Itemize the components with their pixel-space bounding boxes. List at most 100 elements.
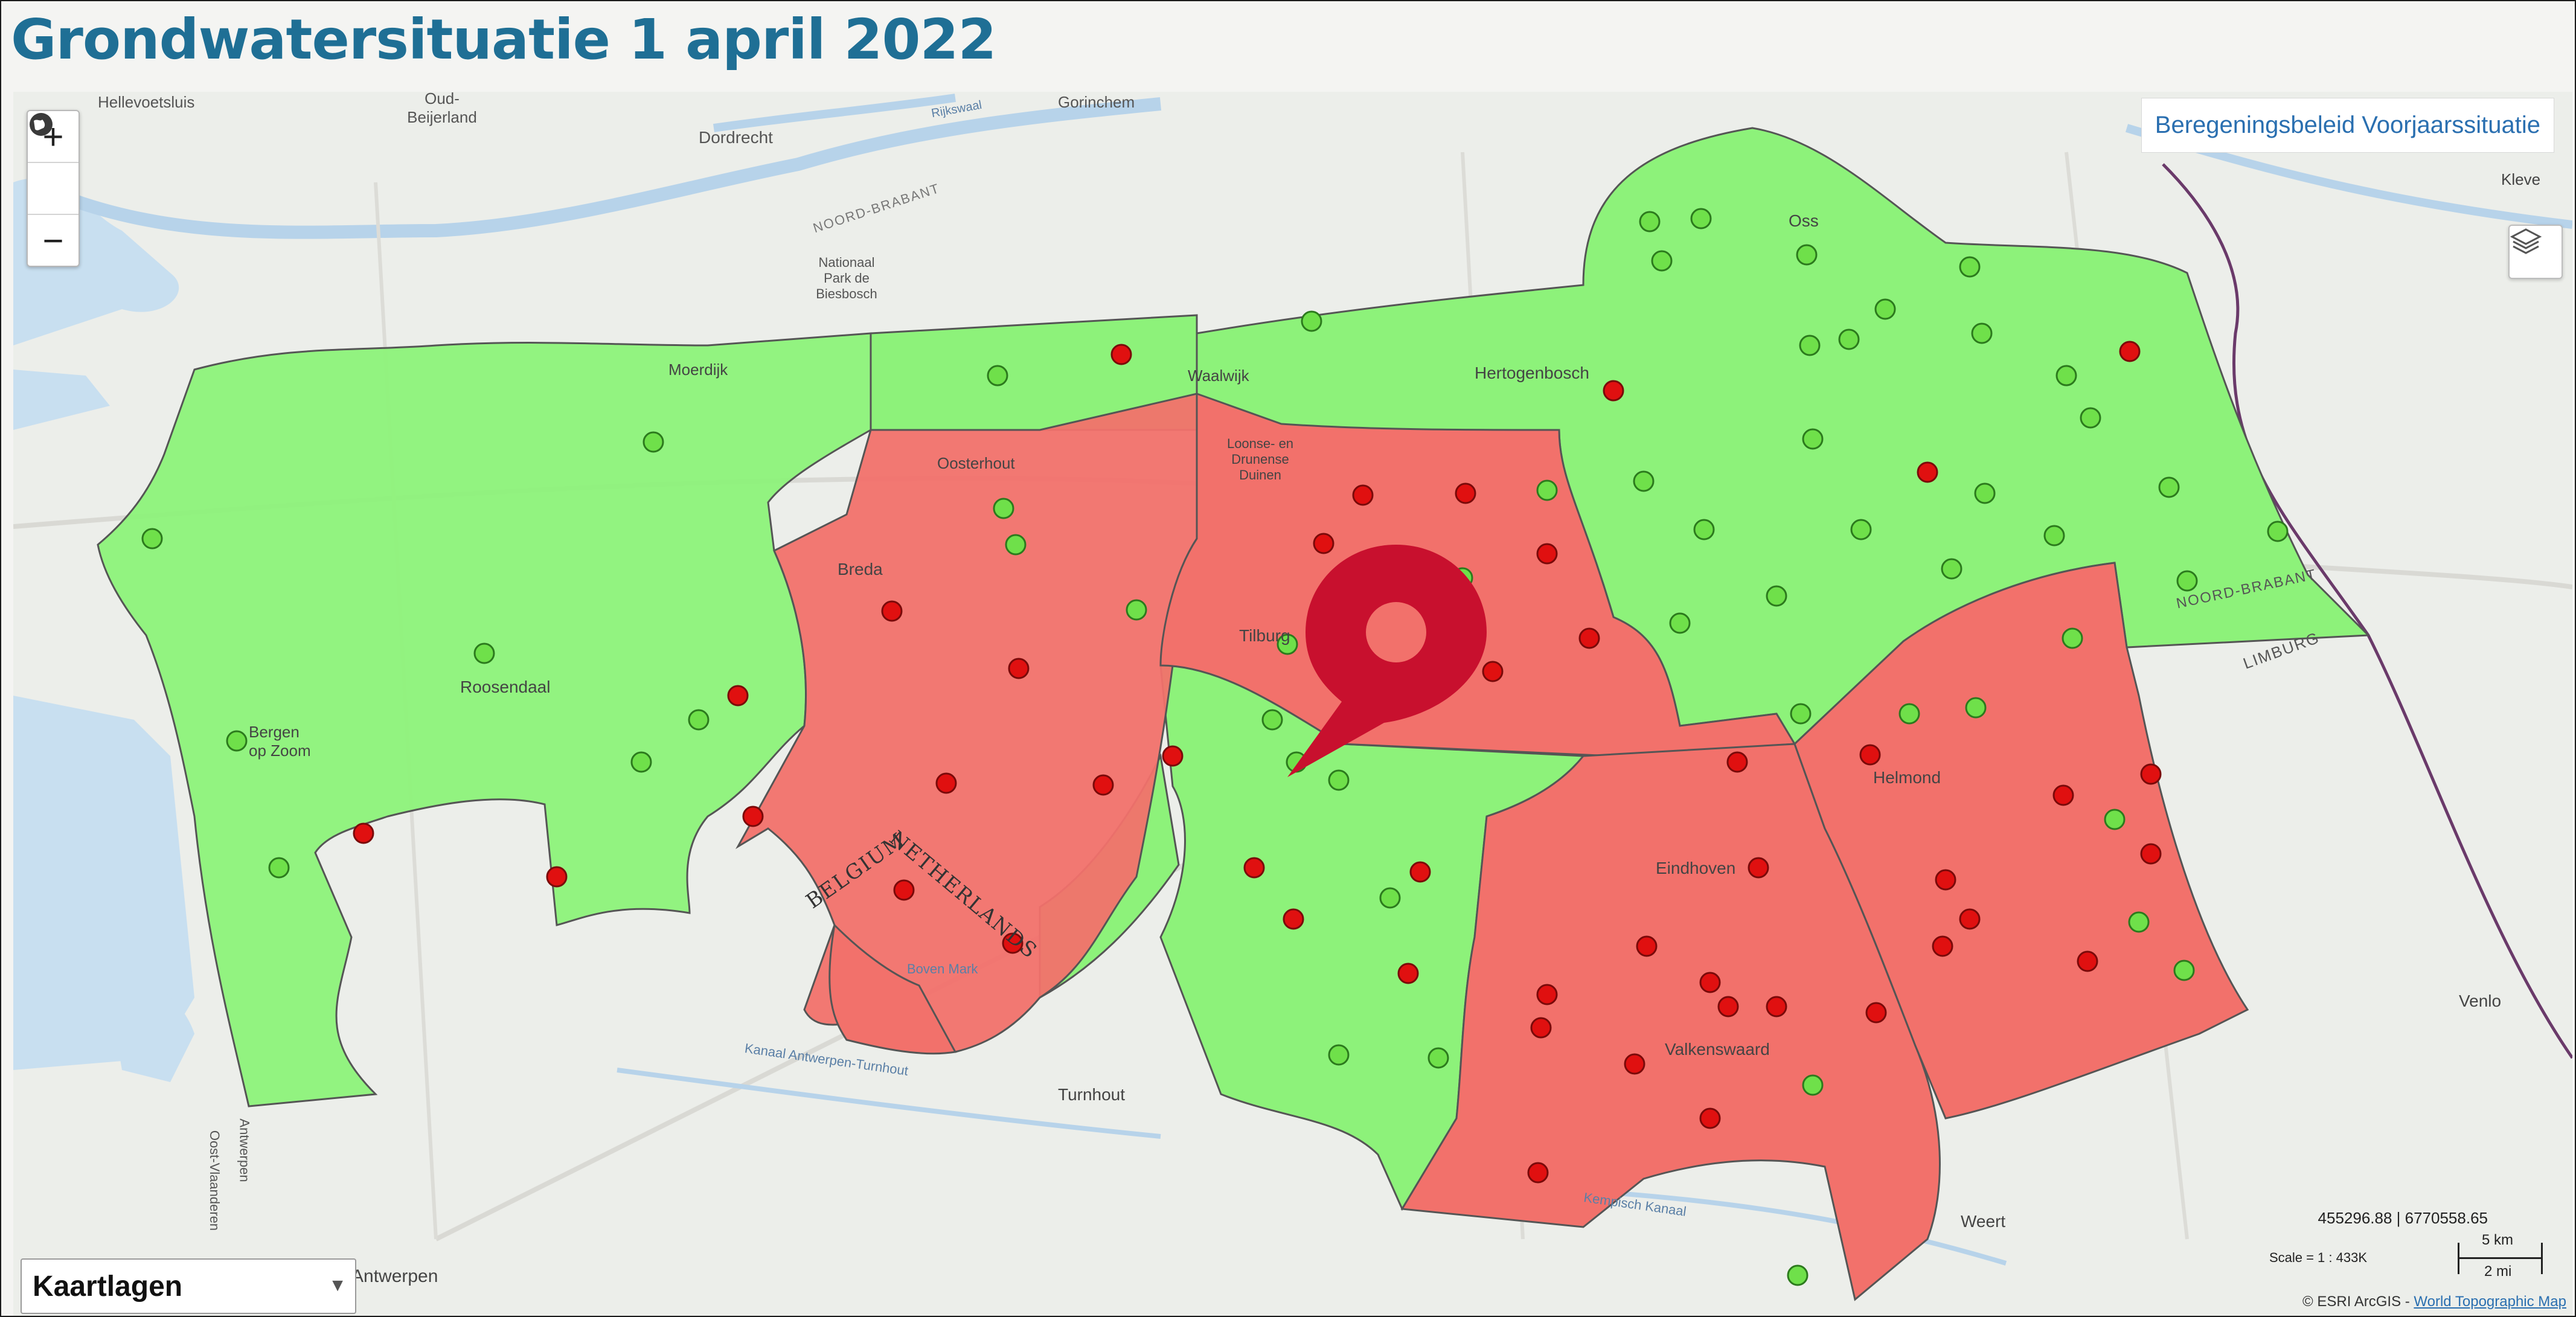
point-red [1717, 996, 1739, 1017]
point-red [1603, 380, 1624, 402]
point-green [1639, 211, 1661, 232]
point-green [1898, 703, 1920, 725]
point-red [2140, 843, 2162, 865]
point-red [353, 822, 374, 844]
place-label: Gorinchem [1058, 93, 1135, 111]
point-red [1536, 984, 1558, 1005]
river [71, 97, 1162, 239]
point-green [1874, 298, 1896, 320]
coordinate-readout: 455296.88 | 6770558.65 [2318, 1209, 2488, 1227]
point-green [2062, 627, 2083, 649]
place-label: Kleve [2501, 170, 2541, 188]
place-label: Breda [838, 560, 883, 578]
point-red [1766, 996, 1787, 1017]
point-red [1243, 857, 1265, 879]
point-green [1633, 470, 1655, 492]
point-green [1965, 697, 1987, 719]
point-green [1536, 479, 1558, 501]
point-red [893, 879, 915, 901]
page-title: Grondwatersituatie 1 april 2022 [11, 7, 997, 72]
point-green [1379, 887, 1401, 909]
map-canvas[interactable] [13, 92, 2572, 1316]
point-green [1802, 428, 1824, 450]
point-green [1669, 612, 1691, 634]
point-green [2158, 476, 2180, 498]
point-green [2055, 365, 2077, 386]
point-red [2052, 784, 2074, 806]
point-red [1352, 484, 1374, 506]
place-label: Valkenswaard [1665, 1040, 1770, 1059]
point-green [2043, 525, 2065, 546]
point-green [1005, 534, 1027, 556]
point-green [1838, 328, 1860, 350]
point-red [1397, 963, 1419, 984]
place-label: Bergen op Zoom [249, 723, 311, 760]
point-green [268, 857, 290, 879]
point-red [1455, 482, 1476, 504]
water-body [13, 370, 110, 430]
policy-label-button[interactable]: Beregeningsbeleid Voorjaarssituatie [2141, 98, 2554, 153]
place-label: Boven Mark [907, 961, 978, 976]
point-red [1008, 658, 1030, 679]
place-label: Venlo [2459, 992, 2502, 1010]
point-red [1699, 1107, 1721, 1129]
point-green [688, 709, 710, 731]
point-red [1482, 661, 1504, 682]
point-green [1959, 256, 1981, 278]
point-red [2119, 341, 2141, 362]
point-green [1126, 599, 1147, 621]
point-red [1748, 857, 1769, 879]
point-green [1974, 482, 1996, 504]
point-green [1690, 208, 1712, 229]
place-label: Oost-Vlaanderen [207, 1130, 223, 1231]
point-green [1796, 244, 1818, 266]
point-red [1917, 461, 1938, 483]
point-green [987, 365, 1008, 386]
point-red [546, 866, 568, 888]
map-attribution: © ESRI ArcGIS - World Topographic Map [2302, 1293, 2566, 1310]
place-label: Dordrecht [699, 128, 773, 147]
scale-ratio: Scale = 1 : 433K [2269, 1250, 2367, 1265]
attribution-link[interactable]: World Topographic Map [2414, 1293, 2566, 1310]
zoom-out-button[interactable]: − [28, 215, 78, 266]
point-red [2077, 950, 2098, 972]
place-label: Moerdijk [668, 360, 728, 379]
point-green [2267, 521, 2289, 542]
point-green [2104, 809, 2126, 830]
point-green [1261, 709, 1283, 731]
place-label: Oosterhout [937, 454, 1015, 472]
place-label: Hertogenbosch [1475, 364, 1589, 382]
point-green [1328, 1044, 1350, 1066]
layers-button[interactable] [2508, 225, 2563, 279]
point-red [881, 600, 903, 622]
point-red [1726, 751, 1748, 773]
place-label: Antwerpen [351, 1266, 438, 1286]
point-green [226, 730, 248, 752]
point-green [1971, 322, 1993, 344]
place-label: Hellevoetsluis [98, 93, 195, 111]
place-label: Oud-Beijerland [407, 92, 477, 126]
place-label: Eindhoven [1656, 859, 1736, 877]
point-green [993, 498, 1014, 519]
app-frame: Grondwatersituatie 1 april 2022 Hellevoe… [0, 0, 2576, 1317]
point-red [1624, 1053, 1645, 1075]
point-red [1636, 935, 1658, 957]
point-green [1941, 558, 1962, 580]
point-red [1859, 744, 1881, 766]
layers-icon [2510, 228, 2542, 254]
globe-icon[interactable] [28, 113, 78, 215]
point-red [1283, 908, 1304, 930]
river [713, 94, 956, 132]
scale-mi: 2 mi [2484, 1263, 2512, 1280]
point-red [1162, 745, 1184, 767]
scale-km: 5 km [2482, 1232, 2514, 1248]
point-red [1578, 627, 1600, 649]
place-label: Waalwijk [1188, 367, 1249, 385]
point-red [2140, 763, 2162, 785]
point-green [1651, 250, 1673, 272]
point-green [2173, 960, 2195, 981]
layers-panel-toggle[interactable]: Kaartlagen ▼ [21, 1258, 356, 1314]
point-green [1850, 519, 1872, 540]
map-view[interactable]: Hellevoetsluis Oud-Beijerland Dordrecht … [13, 92, 2572, 1316]
place-label: Tilburg [1239, 626, 1290, 645]
